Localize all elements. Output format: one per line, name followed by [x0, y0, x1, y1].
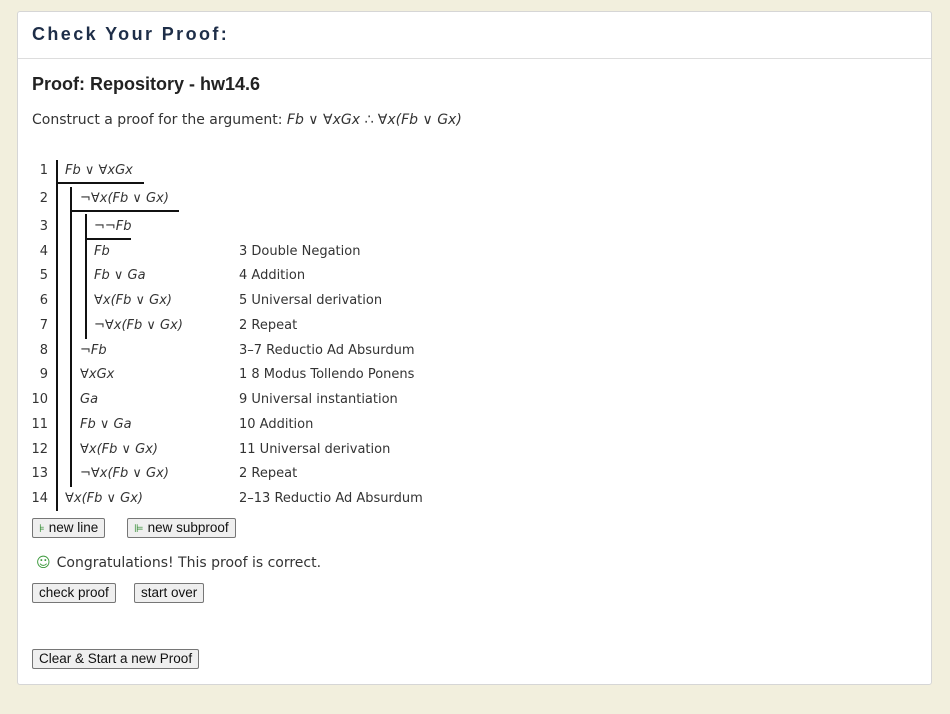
line-number: 12 — [31, 442, 48, 457]
justification[interactable]: 3–7 Reductio Ad Absurdum — [239, 343, 415, 358]
premise-line — [56, 182, 144, 184]
proof-formula[interactable]: Fb ∨ Ga — [80, 417, 132, 432]
line-number: 3 — [39, 219, 48, 234]
line-number: 9 — [39, 367, 48, 382]
proof-formula[interactable]: ∀x(Fb ∨ Gx) — [65, 491, 143, 506]
justification[interactable]: 4 Addition — [239, 268, 305, 283]
new-subproof-icon: ⊫ — [134, 523, 144, 535]
proof-checker-panel: Check Your Proof: Proof: Repository - hw… — [17, 11, 932, 685]
proof-formula[interactable]: Fb — [94, 244, 110, 259]
line-number: 5 — [39, 268, 48, 283]
assumption-line-2 — [70, 210, 179, 212]
line-number: 13 — [31, 466, 48, 481]
new-subproof-button[interactable]: ⊫ new subproof — [127, 518, 236, 538]
line-number: 1 — [39, 163, 48, 178]
panel-title: Check Your Proof: — [32, 24, 230, 44]
proof-formula[interactable]: ∀x(Fb ∨ Gx) — [80, 442, 158, 457]
justification[interactable]: 11 Universal derivation — [239, 442, 390, 457]
justification[interactable]: 2 Repeat — [239, 466, 297, 481]
justification[interactable]: 2–13 Reductio Ad Absurdum — [239, 491, 423, 506]
argument-formula: Fb ∨ ∀xGx ∴ ∀x(Fb ∨ Gx) — [286, 112, 462, 128]
proof-formula[interactable]: ¬∀x(Fb ∨ Gx) — [94, 318, 183, 333]
line-number: 6 — [39, 293, 48, 308]
scope-bar-main — [56, 160, 58, 511]
proof-formula[interactable]: Ga — [80, 392, 98, 407]
proof-formula[interactable]: ¬¬Fb — [94, 219, 132, 234]
proof-formula[interactable]: ¬∀x(Fb ∨ Gx) — [80, 191, 169, 206]
justification[interactable]: 9 Universal instantiation — [239, 392, 398, 407]
new-subproof-label: new subproof — [147, 520, 229, 535]
argument-prefix: Construct a proof for the argument: — [32, 112, 287, 128]
proof-title: Proof: Repository - hw14.6 — [32, 74, 261, 94]
line-number: 7 — [39, 318, 48, 333]
assumption-line-3 — [85, 238, 131, 240]
line-number: 8 — [39, 343, 48, 358]
line-number: 11 — [31, 417, 48, 432]
proof-formula[interactable]: Fb ∨ Ga — [94, 268, 146, 283]
argument-statement: Construct a proof for the argument: Fb ∨… — [32, 112, 462, 128]
line-number: 4 — [39, 244, 48, 259]
line-number: 14 — [31, 491, 48, 506]
line-number: 10 — [31, 392, 48, 407]
status-text: Congratulations! This proof is correct. — [56, 555, 322, 571]
justification[interactable]: 10 Addition — [239, 417, 313, 432]
proof-formula[interactable]: ∀x(Fb ∨ Gx) — [94, 293, 172, 308]
panel-header: Check Your Proof: — [18, 12, 931, 59]
proof-formula[interactable]: ¬Fb — [80, 343, 107, 358]
justification[interactable]: 5 Universal derivation — [239, 293, 382, 308]
status-message: ☺ Congratulations! This proof is correct. — [36, 555, 321, 571]
new-line-label: new line — [48, 520, 99, 535]
proof-formula[interactable]: Fb ∨ ∀xGx — [65, 163, 133, 178]
line-number: 2 — [39, 191, 48, 206]
proof-area: 1 Fb ∨ ∀xGx 2 ¬∀x(Fb ∨ Gx) 3 ¬¬Fb 4 Fb 3… — [18, 149, 933, 519]
scope-bar-sub1 — [70, 187, 72, 487]
proof-formula[interactable]: ∀xGx — [80, 367, 114, 382]
scope-bar-sub2 — [85, 214, 87, 339]
smile-icon: ☺ — [36, 555, 51, 571]
clear-start-new-proof-button[interactable]: Clear & Start a new Proof — [32, 649, 200, 669]
new-line-icon: ⊧ — [39, 523, 45, 535]
proof-formula[interactable]: ¬∀x(Fb ∨ Gx) — [80, 466, 169, 481]
new-line-button[interactable]: ⊧ new line — [32, 518, 106, 538]
start-over-button[interactable]: start over — [134, 583, 205, 603]
justification[interactable]: 2 Repeat — [239, 318, 297, 333]
justification[interactable]: 1 8 Modus Tollendo Ponens — [239, 367, 414, 382]
check-proof-button[interactable]: check proof — [32, 583, 116, 603]
justification[interactable]: 3 Double Negation — [239, 244, 360, 259]
